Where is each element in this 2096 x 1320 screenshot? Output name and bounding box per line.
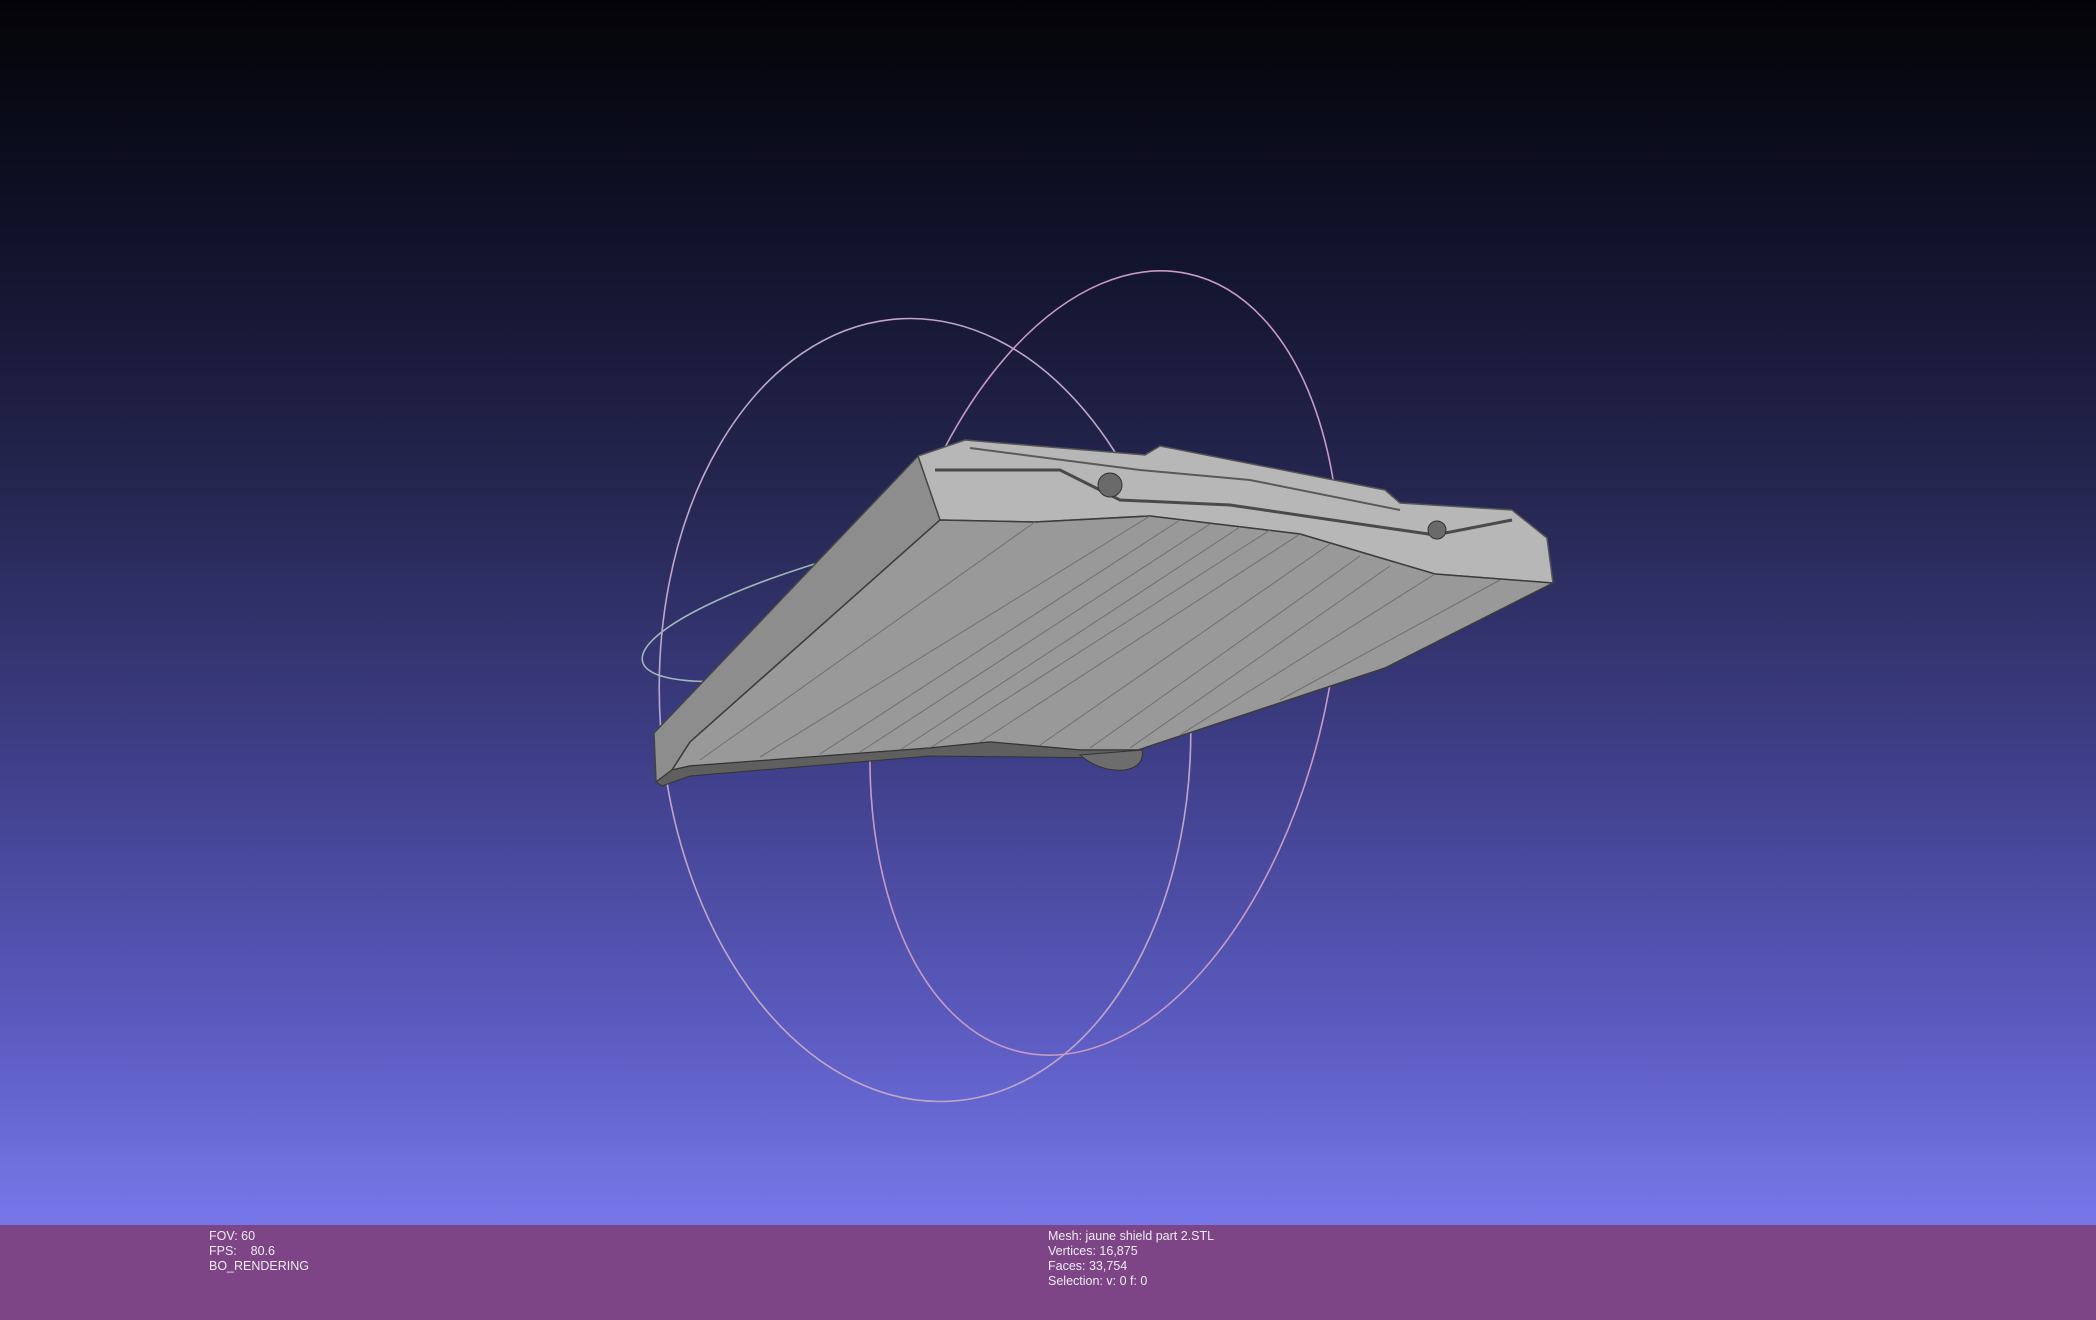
- mesh-name-label: Mesh: jaune shield part 2.STL: [1048, 1229, 1215, 1243]
- info-bar: FOV: 60 FPS: 80.6 BO_RENDERING Mesh: jau…: [0, 1225, 2096, 1320]
- 3d-viewport[interactable]: [0, 0, 2096, 1320]
- faces-label: Faces: 33,754: [1048, 1259, 1128, 1273]
- mesh-detail-knob-2: [1427, 520, 1447, 540]
- render-mode-label: BO_RENDERING: [209, 1259, 310, 1273]
- render-info: FOV: 60 FPS: 80.6 BO_RENDERING: [209, 1229, 309, 1274]
- vertices-label: Vertices: 16,875: [1048, 1244, 1138, 1258]
- mesh-detail-knob: [1097, 472, 1123, 498]
- fps-label: FPS: 80.6: [209, 1244, 276, 1258]
- selection-label: Selection: v: 0 f: 0: [1048, 1274, 1148, 1288]
- mesh-info: Mesh: jaune shield part 2.STL Vertices: …: [1048, 1229, 1214, 1289]
- scene-canvas[interactable]: [0, 0, 2096, 1320]
- fov-label: FOV: 60: [209, 1229, 256, 1243]
- mesh-model[interactable]: [653, 439, 1556, 787]
